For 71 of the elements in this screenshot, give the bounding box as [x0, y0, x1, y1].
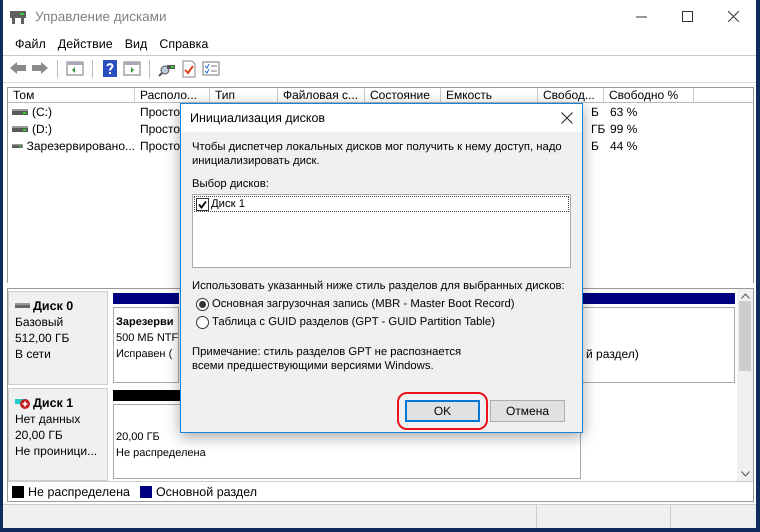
drive-icon: [12, 142, 23, 150]
radio-label[interactable]: Основная загрузочная запись (MBR - Master Boot Record): [212, 298, 515, 310]
menu-item[interactable]: Вид: [118, 37, 154, 51]
partition-info: й раздел): [586, 346, 639, 362]
partition-info: 500 МБ NTF: [116, 331, 178, 346]
partition-info: 20,00 ГБ: [116, 430, 160, 444]
panel-icon[interactable]: [66, 60, 84, 78]
panel-icon[interactable]: [123, 60, 141, 78]
drive-icon: [12, 108, 28, 116]
help-icon[interactable]: [101, 60, 119, 78]
disk-info: Не проиници...: [15, 442, 98, 458]
column-header[interactable]: Тип: [210, 88, 278, 102]
menu-item[interactable]: Файл: [9, 37, 52, 51]
field-label: Выбор дисков:: [192, 178, 269, 190]
check-icon: [198, 200, 207, 208]
table-cell: 99 %: [610, 122, 638, 136]
window-title: Управление дисками: [35, 9, 168, 24]
disk-name: Диск 0: [33, 298, 74, 314]
partition-info: Исправен (: [116, 347, 172, 362]
radio-label[interactable]: Таблица с GUID разделов (GPT - GUID Partition Table): [212, 316, 495, 328]
disk-info: Базовый: [15, 314, 64, 330]
table-cell: 63 %: [610, 104, 638, 118]
maximize-icon: [682, 11, 692, 22]
disk-info: В сети: [15, 346, 51, 362]
disk-management-icon: [9, 8, 27, 24]
scrollbar[interactable]: [737, 289, 753, 481]
checklist-icon[interactable]: [202, 60, 220, 78]
column-header[interactable]: Свобод...: [538, 88, 604, 102]
table-cell: ГБ: [591, 122, 606, 136]
drive-icon: [12, 124, 28, 132]
checked-document-icon[interactable]: [180, 60, 198, 78]
column-header[interactable]: Состояние: [365, 88, 441, 102]
legend-label: Не распределена: [28, 484, 130, 498]
disk-name: Диск 1: [33, 394, 74, 410]
table-cell: Просто: [140, 138, 180, 152]
dialog-title: Инициализация дисков: [190, 111, 326, 125]
field-label: Использовать указанный ниже стиль разделов для выбранных дисков:: [192, 280, 565, 292]
list-item[interactable]: Диск 1: [194, 196, 569, 212]
menu-item[interactable]: Действие: [52, 37, 119, 51]
partition-bar: [113, 390, 181, 400]
table-cell: (C:): [32, 104, 52, 118]
checkbox[interactable]: [196, 198, 209, 210]
column-header[interactable]: Располо...: [135, 88, 210, 102]
table-cell: Б: [591, 138, 599, 152]
dialog-message: Чтобы диспетчер локальных дисков мог получить к нему доступ, надо инициализировать диск.: [192, 140, 563, 168]
column-header[interactable]: Том: [8, 88, 135, 102]
disk-info: Нет данных: [15, 410, 80, 426]
partition-info: Не распределена: [116, 446, 206, 460]
close-icon: [728, 11, 738, 22]
table-cell: Просто: [140, 122, 180, 136]
table-cell: Просто: [140, 104, 180, 118]
partition-info: Зарезерви: [116, 315, 174, 330]
table-cell: (D:): [32, 122, 52, 136]
table-cell: 44 %: [610, 138, 638, 152]
cancel-button[interactable]: Отмена: [490, 400, 565, 422]
menu-item[interactable]: Справка: [153, 37, 214, 51]
column-header[interactable]: Файловая с...: [278, 88, 365, 102]
ok-button[interactable]: OK: [405, 400, 480, 422]
radio-button[interactable]: [196, 298, 209, 310]
close-icon: [561, 112, 573, 124]
list-item-label: Диск 1: [211, 198, 245, 210]
disk-info: 512,00 ГБ: [15, 330, 70, 346]
table-cell: Зарезервировано...: [26, 138, 135, 152]
disk-info: 20,00 ГБ: [15, 426, 63, 442]
radio-button[interactable]: [196, 316, 209, 328]
column-header[interactable]: Емкость: [441, 88, 538, 102]
table-cell: Б: [591, 104, 599, 118]
column-header[interactable]: Свободно %: [604, 88, 694, 102]
legend-label: Основной раздел: [156, 484, 258, 498]
partition-bar: [113, 293, 179, 304]
note-text: Примечание: стиль разделов GPT не распознается всеми предшествующими версиями Windows.: [192, 345, 462, 373]
